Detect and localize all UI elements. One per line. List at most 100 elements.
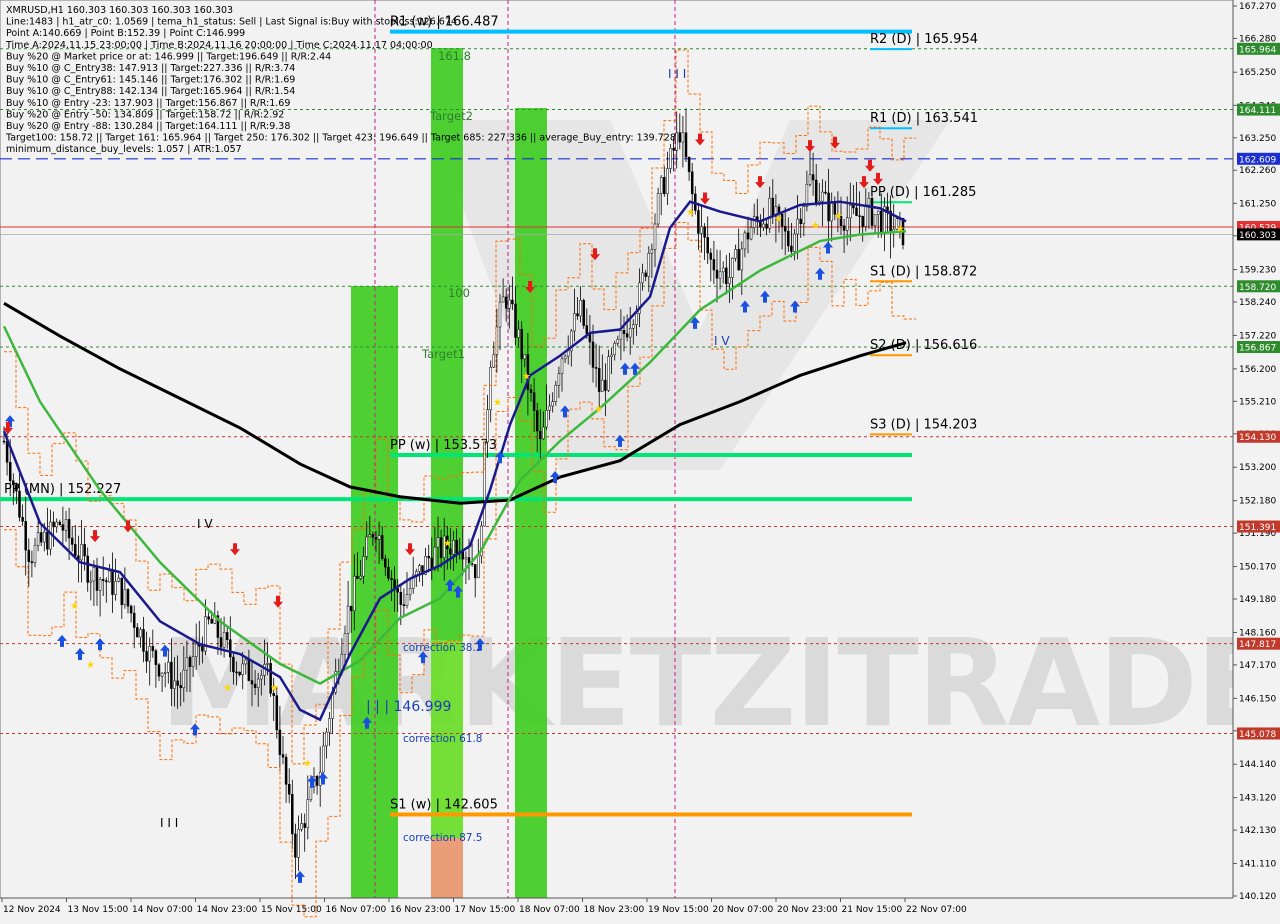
candle-bull (641, 272, 644, 284)
chart-area[interactable]: MARKETZITRADE R1 (w) | 166.487 R2 (D) | 16… (0, 0, 1280, 920)
candle-bear (349, 605, 353, 612)
candle-bear (207, 616, 210, 620)
time-tick-label-2: 14 Nov 07:00 (132, 905, 193, 915)
candle-bull (191, 656, 195, 668)
candle-bull (867, 197, 871, 206)
candle-bear (604, 379, 607, 391)
candle-bear (663, 177, 666, 195)
candle-bear (511, 299, 514, 305)
candle-bear (232, 656, 235, 673)
price-tick-label-24: 143.120 (1239, 794, 1276, 804)
candle-bull (635, 313, 638, 325)
candle-bear (582, 299, 585, 326)
candle-bull (557, 373, 561, 386)
candle-bear (690, 171, 694, 195)
candle-bull (139, 629, 142, 638)
info-line-12: minimum_distance_buy_levels: 1.057 | ATR… (6, 144, 242, 155)
candle-bull (489, 366, 492, 410)
candle-bear (21, 516, 24, 522)
candle-bull (325, 731, 328, 747)
candle-bear (684, 132, 688, 158)
candle-bull (359, 575, 362, 579)
candle-bear (136, 627, 139, 638)
candle-bear (235, 671, 238, 674)
candle-bear (145, 651, 148, 662)
candle-bull (492, 354, 496, 368)
candle-bull (433, 546, 437, 570)
price-tick-label-15: 152.180 (1239, 497, 1276, 507)
candle-bear (132, 612, 136, 628)
candle-bear (396, 588, 399, 593)
candle-bear (706, 237, 709, 254)
candle-bull (579, 299, 582, 317)
fib-zone-3 (431, 838, 463, 898)
candle-bear (374, 537, 378, 540)
candle-bear (765, 223, 768, 229)
pivot-label-5: S2 (D) | 156.616 (870, 338, 977, 353)
price-tick-label-10: 157.220 (1239, 331, 1276, 341)
candle-bear (585, 325, 589, 334)
candle-bear (532, 392, 536, 411)
price-tick-label-20: 147.170 (1239, 661, 1276, 671)
candle-bull (346, 605, 350, 634)
candle-bull (80, 544, 83, 561)
candle-bear (356, 575, 359, 579)
candle-bear (725, 267, 728, 284)
price-tick-label-23: 144.140 (1239, 760, 1276, 770)
candle-bull (148, 646, 151, 662)
candle-bull (675, 132, 678, 151)
candle-bear (24, 521, 27, 551)
price-tick-label-14: 153.200 (1239, 463, 1276, 473)
candle-bear (8, 461, 12, 482)
candle-bull (306, 799, 310, 828)
candle-bull (830, 202, 833, 222)
candle-bull (560, 358, 564, 374)
candle-bull (33, 544, 37, 564)
info-line-7: Buy %10 @ C_Entry88: 142.134 || Target:1… (6, 86, 295, 97)
candle-bull (297, 829, 300, 858)
price-tick-label-2: 165.250 (1239, 68, 1276, 78)
candle-bear (61, 524, 65, 531)
candle-bull (117, 577, 120, 582)
candle-bear (880, 210, 883, 233)
price-tick-label-19: 148.160 (1239, 628, 1276, 638)
signal-star-icon: ★ (834, 211, 843, 222)
candle-bear (129, 605, 133, 614)
candle-bull (322, 745, 325, 773)
candle-bear (870, 197, 874, 226)
candle-bull (452, 539, 455, 555)
signal-star-icon: ★ (594, 404, 603, 415)
signal-star-icon: ★ (303, 758, 312, 769)
candle-bull (318, 771, 322, 786)
candle-bear (790, 245, 793, 252)
time-tick-label-6: 16 Nov 23:00 (390, 905, 451, 915)
candle-bull (309, 786, 313, 800)
candle-bear (229, 639, 232, 658)
candle-bull (601, 379, 604, 392)
candle-bear (12, 480, 15, 485)
candle-bear (697, 210, 700, 234)
candle-bull (659, 177, 663, 194)
candle-bull (98, 579, 102, 591)
candle-bull (486, 409, 489, 443)
time-tick-label-0: 12 Nov 2024 (3, 905, 61, 915)
candle-bull (185, 657, 189, 671)
zone-label-2: 100 (448, 286, 470, 300)
candle-bull (256, 678, 260, 688)
candle-bear (5, 441, 9, 463)
candle-bear (520, 329, 523, 360)
price-chart[interactable]: MARKETZITRADER1 (w) | 166.487R2 (D) | 16… (0, 0, 1280, 920)
candle-bear (67, 519, 71, 539)
candle-bear (39, 532, 43, 543)
candle-bull (362, 556, 365, 577)
candle-bull (266, 663, 269, 665)
candle-bear (18, 490, 21, 518)
candle-bear (746, 232, 750, 240)
candle-bear (70, 537, 74, 545)
candle-bull (802, 206, 806, 225)
candle-bull (740, 248, 744, 271)
candle-bear (827, 192, 830, 222)
price-tick-label-25: 142.130 (1239, 826, 1276, 836)
candle-bear (142, 629, 145, 652)
candle-bear (455, 539, 458, 554)
